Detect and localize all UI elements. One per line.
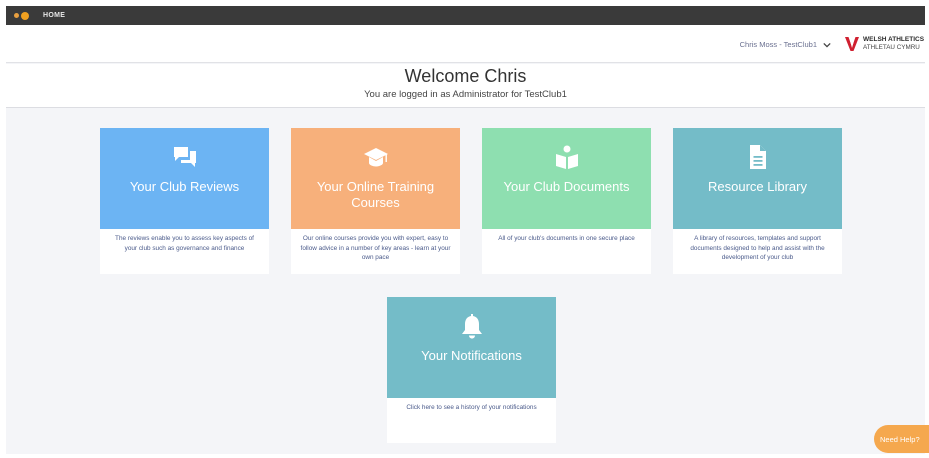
logo-text-welsh: ATHLETAU CYMRU [863, 44, 920, 51]
card-club-reviews[interactable]: Your Club Reviews The reviews enable you… [100, 128, 269, 274]
welcome-title: Welcome Chris [404, 66, 527, 86]
card-title: Resource Library [708, 179, 807, 194]
user-menu-label: Chris Moss - TestClub1 [739, 40, 817, 49]
chevron-down-icon [823, 42, 831, 48]
welsh-athletics-logo: WELSH ATHLETICS ATHLETAU CYMRU [845, 34, 925, 54]
card-title: Your Notifications [421, 348, 522, 363]
card-header: Your Club Documents [482, 128, 651, 229]
card-header: Your Online Training Courses [291, 128, 460, 229]
card-title: Your Club Documents [503, 179, 630, 194]
card-description: All of your club's documents in one secu… [498, 235, 635, 242]
logo-text-english: WELSH ATHLETICS [863, 36, 925, 43]
card-description: A library of resources, templates and su… [690, 235, 825, 261]
card-club-documents[interactable]: Your Club Documents All of your club's d… [482, 128, 651, 274]
document-icon [749, 145, 766, 169]
top-nav-bar: HOME [6, 6, 925, 25]
card-description: Our online courses provide you with expe… [300, 235, 451, 261]
welcome-banner: Welcome Chris You are logged in as Admin… [6, 64, 925, 108]
welcome-subtitle: You are logged in as Administrator for T… [364, 89, 567, 100]
card-description: Click here to see a history of your noti… [406, 404, 537, 411]
card-title: Your Online Training Courses [316, 179, 435, 210]
bell-icon [461, 314, 482, 339]
welsh-athletics-logo-icon [845, 37, 859, 51]
card-header: Your Notifications [387, 297, 556, 398]
header-bar: Chris Moss - TestClub1 WELSH ATHLETICS A… [6, 25, 925, 63]
card-online-training[interactable]: Your Online Training Courses Our online … [291, 128, 460, 274]
book-reader-icon [555, 145, 578, 169]
card-header: Resource Library [673, 128, 842, 229]
card-resource-library[interactable]: Resource Library A library of resources,… [673, 128, 842, 274]
app-logo-dots [14, 11, 29, 20]
home-link[interactable]: HOME [43, 12, 65, 19]
graduation-cap-icon [363, 148, 388, 167]
logo-dot-small [14, 13, 19, 18]
logo-dot-large [21, 11, 29, 20]
card-title: Your Club Reviews [129, 179, 240, 194]
user-menu[interactable]: Chris Moss - TestClub1 [740, 40, 831, 49]
card-description: The reviews enable you to assess key asp… [115, 235, 254, 252]
card-header: Your Club Reviews [100, 128, 269, 229]
chat-bubbles-icon [173, 147, 196, 167]
app-frame: HOME Chris Moss - TestClub1 WELSH ATHLET… [6, 6, 925, 454]
card-notifications[interactable]: Your Notifications Click here to see a h… [387, 297, 556, 443]
need-help-button[interactable]: Need Help? [874, 425, 929, 453]
